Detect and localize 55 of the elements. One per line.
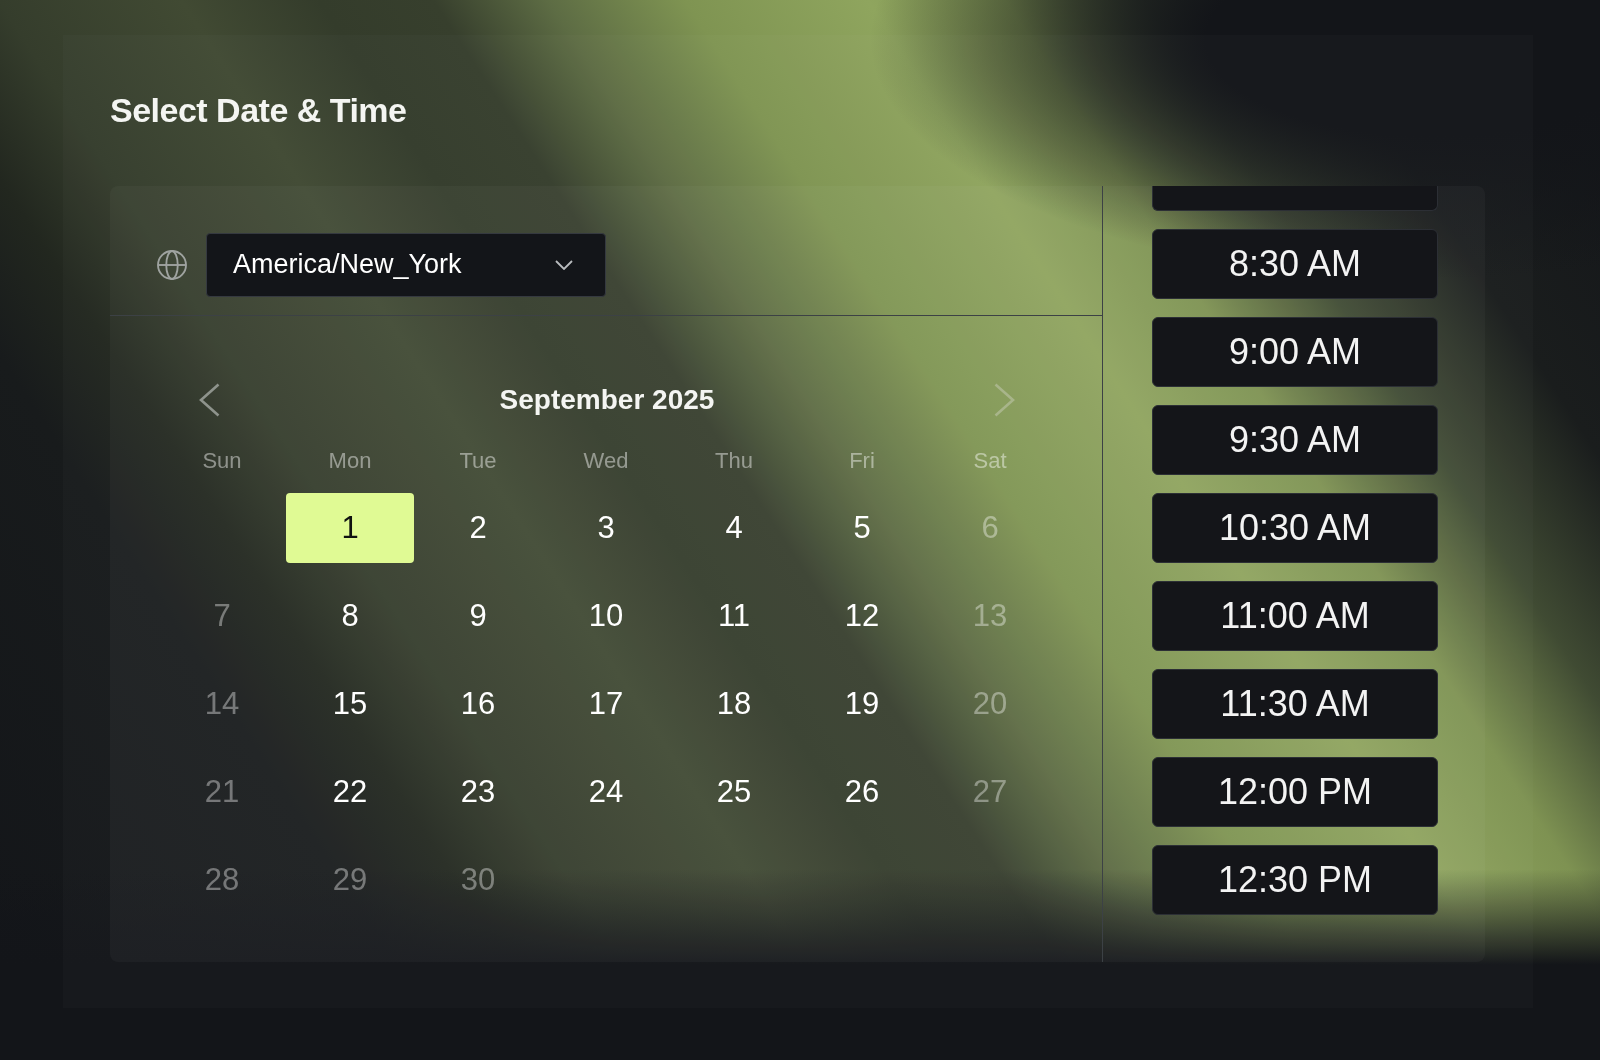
calendar-day: 20 bbox=[926, 669, 1054, 739]
time-slot-button[interactable]: 10:30 AM bbox=[1152, 493, 1438, 563]
time-slot-button[interactable]: 9:30 AM bbox=[1152, 405, 1438, 475]
calendar-day[interactable]: 16 bbox=[414, 669, 542, 739]
page-title: Select Date & Time bbox=[110, 90, 407, 131]
calendar-day[interactable]: 23 bbox=[414, 757, 542, 827]
weekday-label: Thu bbox=[715, 448, 753, 474]
previous-month-button[interactable] bbox=[198, 383, 220, 417]
calendar-day: 14 bbox=[158, 669, 286, 739]
calendar-day[interactable]: 3 bbox=[542, 493, 670, 563]
weekday-label: Tue bbox=[459, 448, 497, 474]
calendar-day[interactable]: 2 bbox=[414, 493, 542, 563]
time-slot-button[interactable]: 8:30 AM bbox=[1152, 229, 1438, 299]
time-slot-button[interactable]: 12:30 PM bbox=[1152, 845, 1438, 915]
chevron-left-icon bbox=[198, 383, 220, 417]
calendar-day[interactable]: 4 bbox=[670, 493, 798, 563]
time-slot-button[interactable] bbox=[1152, 186, 1438, 211]
calendar-day[interactable]: 24 bbox=[542, 757, 670, 827]
calendar-day[interactable]: 25 bbox=[670, 757, 798, 827]
calendar-day[interactable]: 5 bbox=[798, 493, 926, 563]
next-month-button[interactable] bbox=[994, 383, 1016, 417]
weekday-label: Wed bbox=[583, 448, 629, 474]
timezone-select[interactable]: America/New_York bbox=[206, 232, 606, 297]
calendar-day[interactable]: 15 bbox=[286, 669, 414, 739]
weekday-label: Sun bbox=[202, 448, 242, 474]
calendar-day: 6 bbox=[926, 493, 1054, 563]
calendar-day[interactable]: 9 bbox=[414, 581, 542, 651]
calendar-day[interactable]: 17 bbox=[542, 669, 670, 739]
calendar-day[interactable]: 12 bbox=[798, 581, 926, 651]
calendar-day[interactable]: 19 bbox=[798, 669, 926, 739]
calendar-day[interactable]: 18 bbox=[670, 669, 798, 739]
time-slot-button[interactable]: 9:00 AM bbox=[1152, 317, 1438, 387]
calendar-day: 30 bbox=[414, 845, 542, 915]
time-slot-button[interactable]: 11:00 AM bbox=[1152, 581, 1438, 651]
chevron-right-icon bbox=[994, 383, 1016, 417]
calendar-day: 27 bbox=[926, 757, 1054, 827]
month-title: September 2025 bbox=[499, 383, 715, 417]
calendar-day: 29 bbox=[286, 845, 414, 915]
calendar-day[interactable]: 8 bbox=[286, 581, 414, 651]
calendar-day[interactable]: 26 bbox=[798, 757, 926, 827]
time-slot-button[interactable]: 11:30 AM bbox=[1152, 669, 1438, 739]
calendar-day: 13 bbox=[926, 581, 1054, 651]
calendar-day[interactable]: 11 bbox=[670, 581, 798, 651]
calendar-day: 28 bbox=[158, 845, 286, 915]
weekday-label: Sat bbox=[973, 448, 1007, 474]
calendar-day[interactable]: 22 bbox=[286, 757, 414, 827]
chevron-down-icon bbox=[555, 259, 573, 270]
calendar-day[interactable]: 1 bbox=[286, 493, 414, 563]
time-slot-button[interactable]: 12:00 PM bbox=[1152, 757, 1438, 827]
weekday-label: Mon bbox=[328, 448, 372, 474]
weekday-label: Fri bbox=[849, 448, 875, 474]
calendar-day[interactable]: 10 bbox=[542, 581, 670, 651]
globe-icon bbox=[157, 249, 187, 280]
calendar-day: 21 bbox=[158, 757, 286, 827]
calendar-day: 7 bbox=[158, 581, 286, 651]
